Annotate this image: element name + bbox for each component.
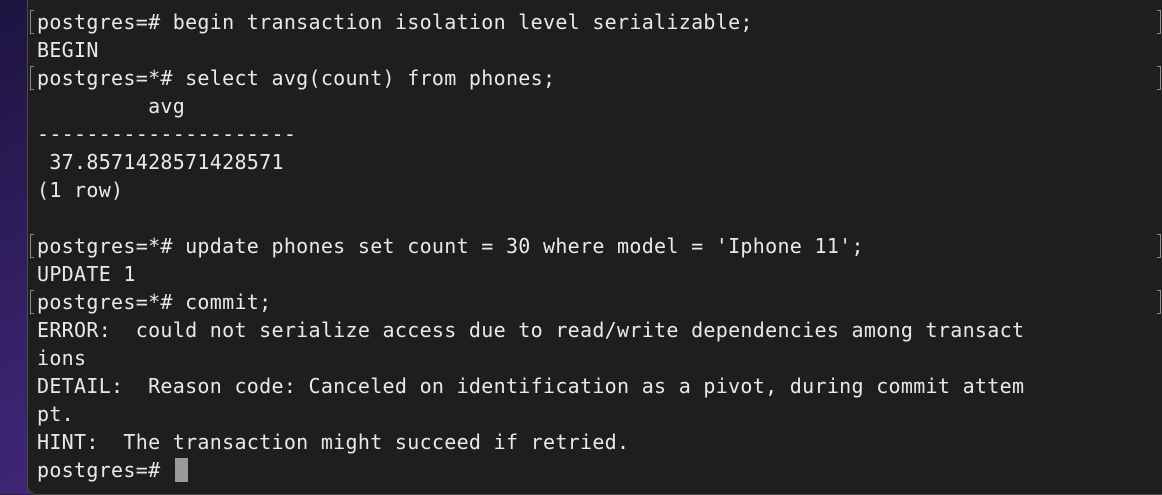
terminal-line: BEGIN <box>37 38 99 62</box>
terminal-line: postgres=*# commit; <box>37 290 272 314</box>
prompt-mark-right <box>1157 10 1161 34</box>
terminal-line: DETAIL: Reason code: Canceled on identif… <box>37 374 1025 398</box>
prompt-mark-left <box>30 290 34 314</box>
terminal-line: pt. <box>37 402 75 426</box>
terminal-line: ions <box>37 346 87 370</box>
terminal-line: UPDATE 1 <box>37 262 136 286</box>
prompt-text: postgres=# <box>37 458 173 482</box>
terminal-line: (1 row) <box>37 178 124 202</box>
terminal-line: avg <box>37 94 186 118</box>
terminal-line: --------------------- <box>37 122 297 146</box>
terminal-line: postgres=# begin transaction isolation l… <box>37 10 753 34</box>
terminal-line: HINT: The transaction might succeed if r… <box>37 430 630 454</box>
terminal-line: ERROR: could not serialize access due to… <box>37 318 1025 342</box>
prompt-mark-right <box>1157 66 1161 90</box>
prompt-mark-right <box>1157 290 1161 314</box>
prompt-mark-left <box>30 234 34 258</box>
terminal-line: postgres=*# select avg(count) from phone… <box>37 66 556 90</box>
text-cursor <box>174 458 188 482</box>
terminal-line: 37.8571428571428571 <box>37 150 284 174</box>
prompt-mark-right <box>1157 234 1161 258</box>
terminal-line: postgres=*# update phones set count = 30… <box>37 234 864 258</box>
prompt-mark-left <box>30 10 34 34</box>
terminal-window[interactable]: postgres=# begin transaction isolation l… <box>27 0 1162 495</box>
terminal-prompt-line[interactable]: postgres=# <box>37 456 188 484</box>
prompt-mark-left <box>30 66 34 90</box>
